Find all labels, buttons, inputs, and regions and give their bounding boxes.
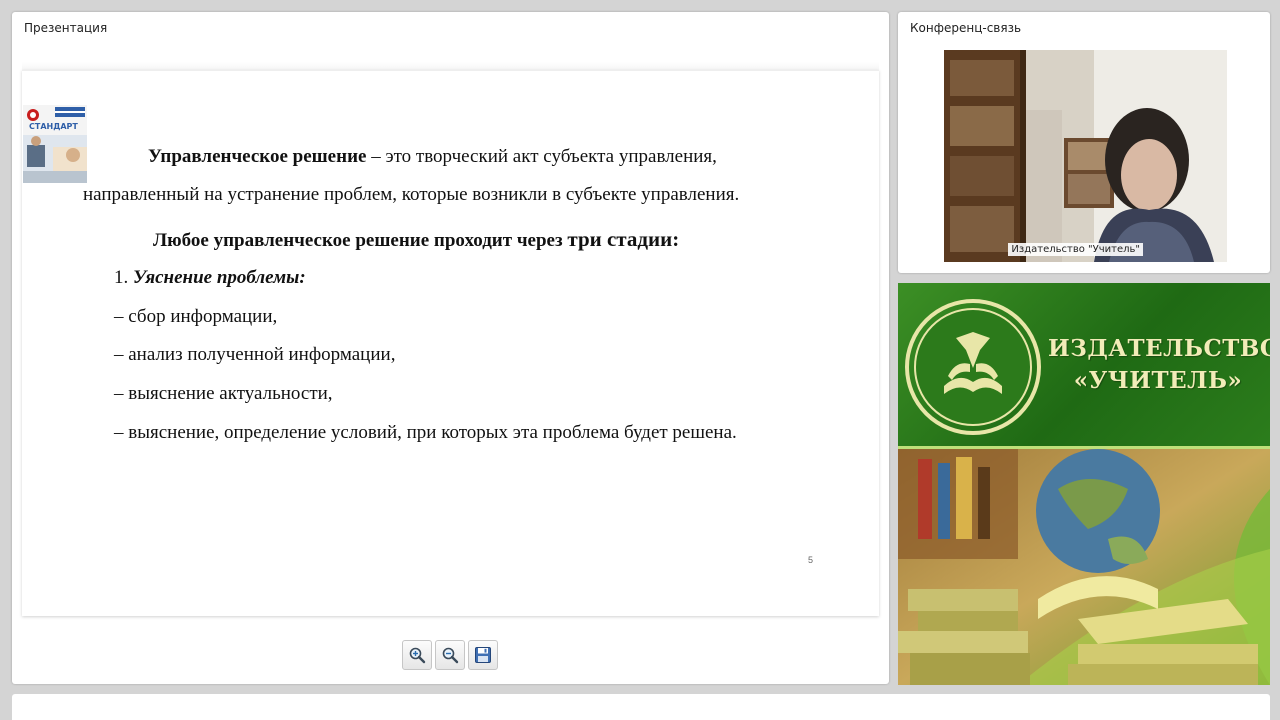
banner-title-line-2: «УЧИТЕЛЬ»	[1073, 367, 1243, 394]
list-item: – выяснение, определение условий, при ко…	[114, 422, 737, 443]
publisher-logo-icon	[905, 299, 1041, 435]
zoom-in-button[interactable]	[402, 640, 432, 670]
bottom-panel	[12, 694, 1270, 720]
participant-video[interactable]: Издательство "Учитель"	[944, 50, 1227, 262]
slide-page-number: 5	[808, 555, 814, 565]
stage-number: 1.	[114, 267, 129, 288]
list-item: – анализ полученной информации,	[114, 344, 396, 365]
save-button[interactable]	[468, 640, 498, 670]
slide: СТАНДАРТ Управленческое решение – это тв…	[22, 70, 879, 616]
zoom-out-icon	[442, 647, 459, 664]
zoom-out-button[interactable]	[435, 640, 465, 670]
list-item: – выяснение актуальности,	[114, 383, 333, 404]
definition-term: Управленческое решение	[148, 146, 367, 167]
publisher-banner: ИЗДАТЕЛЬСТВО «УЧИТЕЛЬ»	[898, 283, 1270, 685]
conference-panel-title: Конференц-связь	[910, 21, 1022, 35]
definition-line-2: направленный на устранение проблем, кото…	[83, 184, 740, 205]
stage-title: Уяснение проблемы:	[133, 267, 306, 288]
stages-heading: Любое управленческое решение проходит че…	[153, 227, 680, 251]
definition-line-1: Управленческое решение – это творческий …	[148, 146, 717, 168]
standard-logo: СТАНДАРТ	[23, 105, 87, 183]
zoom-in-icon	[409, 647, 426, 664]
logo-text: СТАНДАРТ	[29, 122, 78, 131]
participant-label: Издательство "Учитель"	[1008, 243, 1143, 256]
presentation-toolbar	[402, 640, 498, 670]
save-icon	[475, 647, 491, 663]
presentation-panel-title: Презентация	[24, 21, 108, 35]
conference-panel: Конференц-связь Издательство "Учитель"	[898, 12, 1270, 273]
definition-text: – это творческий акт субъекта управления…	[366, 146, 717, 167]
stage-1-title: 1. Уяснение проблемы:	[114, 267, 306, 289]
banner-books-image	[898, 449, 1270, 685]
list-item: – сбор информации,	[114, 306, 278, 327]
presentation-panel: Презентация СТАНДАРТ Управленческое реше…	[12, 12, 889, 684]
banner-title-line-1: ИЗДАТЕЛЬСТВО	[1048, 335, 1270, 362]
